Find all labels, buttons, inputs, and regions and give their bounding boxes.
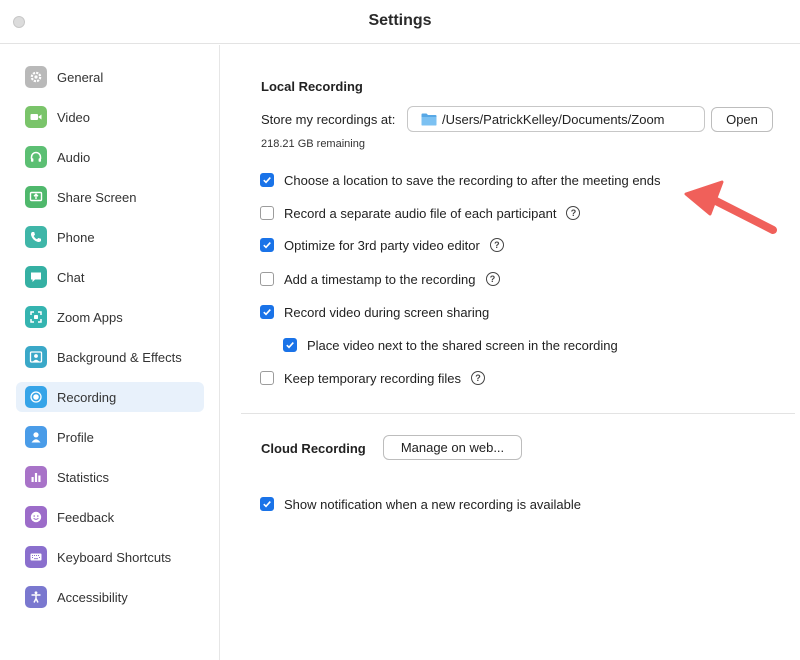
sidebar-item-share-screen[interactable]: Share Screen — [16, 182, 204, 212]
help-icon[interactable]: ? — [566, 206, 581, 220]
sidebar-item-profile[interactable]: Profile — [16, 422, 204, 452]
cloud-recording-heading: Cloud Recording — [261, 441, 366, 456]
window-title: Settings — [368, 12, 432, 29]
profile-icon — [25, 426, 47, 448]
sidebar-item-phone[interactable]: Phone — [16, 222, 204, 252]
keyboard-icon — [25, 546, 47, 568]
sidebar-item-label: Keyboard Shortcuts — [57, 549, 172, 565]
folder-icon — [421, 113, 437, 125]
sidebar-item-label: Recording — [57, 389, 117, 405]
timestamp-checkbox[interactable] — [260, 272, 274, 286]
separate-audio-checkbox[interactable] — [260, 206, 274, 220]
person-frame-icon — [25, 346, 47, 368]
sidebar: General Video Audio Share Screen Phone C… — [0, 45, 220, 660]
sidebar-item-label: Phone — [57, 229, 95, 245]
sidebar-item-label: Video — [57, 109, 91, 125]
record-screen-sharing-checkbox[interactable] — [260, 305, 274, 319]
video-camera-icon — [25, 106, 47, 128]
option-place-video-next: Place video next to the shared screen in… — [283, 335, 618, 355]
recording-path-field[interactable]: /Users/PatrickKelley/Documents/Zoom — [407, 106, 705, 132]
smiley-icon — [25, 506, 47, 528]
option-separate-audio: Record a separate audio file of each par… — [260, 203, 581, 223]
separate-audio-label: Record a separate audio file of each par… — [284, 205, 557, 221]
help-icon[interactable]: ? — [485, 272, 500, 286]
accessibility-icon — [25, 586, 47, 608]
option-keep-temp-files: Keep temporary recording files ? — [260, 368, 486, 388]
record-icon — [25, 386, 47, 408]
phone-icon — [25, 226, 47, 248]
keep-temp-files-checkbox[interactable] — [260, 371, 274, 385]
show-notification-checkbox[interactable] — [260, 497, 274, 511]
record-screen-sharing-label: Record video during screen sharing — [284, 304, 490, 320]
sidebar-item-zoom-apps[interactable]: Zoom Apps — [16, 302, 204, 332]
manage-on-web-button[interactable]: Manage on web... — [383, 435, 522, 460]
sidebar-item-audio[interactable]: Audio — [16, 142, 204, 172]
timestamp-label: Add a timestamp to the recording — [284, 271, 476, 287]
sidebar-item-label: Audio — [57, 149, 91, 165]
place-video-checkbox[interactable] — [283, 338, 297, 352]
apps-icon — [25, 306, 47, 328]
share-screen-icon — [25, 186, 47, 208]
recording-settings-panel: Local Recording Store my recordings at: … — [221, 45, 800, 660]
headphones-icon — [25, 146, 47, 168]
sidebar-item-video[interactable]: Video — [16, 102, 204, 132]
place-video-label: Place video next to the shared screen in… — [307, 337, 618, 353]
sidebar-item-recording[interactable]: Recording — [16, 382, 204, 412]
open-folder-button[interactable]: Open — [711, 107, 773, 132]
sidebar-item-background-effects[interactable]: Background & Effects — [16, 342, 204, 372]
statistics-icon — [25, 466, 47, 488]
optimize-editor-checkbox[interactable] — [260, 238, 274, 252]
sidebar-item-keyboard-shortcuts[interactable]: Keyboard Shortcuts — [16, 542, 204, 572]
optimize-editor-label: Optimize for 3rd party video editor — [284, 237, 480, 253]
sidebar-item-chat[interactable]: Chat — [16, 262, 204, 292]
gear-icon — [25, 66, 47, 88]
help-icon[interactable]: ? — [489, 238, 504, 252]
title-bar: Settings — [0, 0, 800, 44]
sidebar-item-accessibility[interactable]: Accessibility — [16, 582, 204, 612]
recording-path-text: /Users/PatrickKelley/Documents/Zoom — [442, 111, 665, 127]
sidebar-item-label: Zoom Apps — [57, 309, 123, 325]
sidebar-item-label: General — [57, 69, 104, 85]
sidebar-item-feedback[interactable]: Feedback — [16, 502, 204, 532]
sidebar-item-general[interactable]: General — [16, 62, 204, 92]
option-record-screen-sharing: Record video during screen sharing — [260, 302, 489, 322]
annotation-arrow-icon — [684, 180, 777, 234]
sidebar-item-label: Chat — [57, 269, 85, 285]
help-icon[interactable]: ? — [471, 371, 486, 385]
keep-temp-files-label: Keep temporary recording files — [284, 370, 462, 386]
option-choose-location: Choose a location to save the recording … — [260, 170, 661, 190]
choose-location-label: Choose a location to save the recording … — [284, 172, 661, 188]
option-timestamp: Add a timestamp to the recording ? — [260, 269, 500, 289]
sidebar-item-label: Feedback — [57, 509, 115, 525]
show-notification-label: Show notification when a new recording i… — [284, 496, 582, 512]
sidebar-item-label: Profile — [57, 429, 94, 445]
sidebar-item-label: Background & Effects — [57, 349, 182, 365]
sidebar-item-statistics[interactable]: Statistics — [16, 462, 204, 492]
sidebar-item-label: Share Screen — [57, 189, 137, 205]
choose-location-checkbox[interactable] — [260, 173, 274, 187]
chat-bubble-icon — [25, 266, 47, 288]
storage-remaining-text: 218.21 GB remaining — [261, 138, 365, 150]
section-divider — [241, 413, 795, 414]
local-recording-heading: Local Recording — [261, 79, 363, 94]
option-show-notification: Show notification when a new recording i… — [260, 494, 581, 514]
store-recordings-label: Store my recordings at: — [261, 112, 396, 127]
sidebar-item-label: Accessibility — [57, 589, 128, 605]
sidebar-item-label: Statistics — [57, 469, 110, 485]
option-optimize-3rd-party: Optimize for 3rd party video editor ? — [260, 235, 504, 255]
